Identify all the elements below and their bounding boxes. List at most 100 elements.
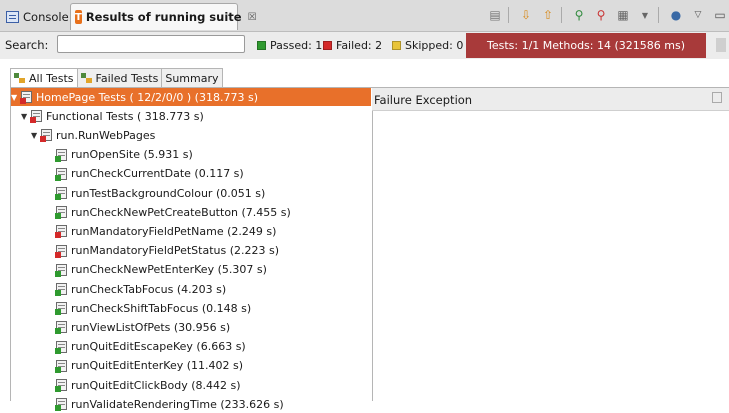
tree-item[interactable]: ▼ Functional Tests ( 318.773 s)	[21, 107, 204, 125]
tree-item-label: runTestBackgroundColour (0.051 s)	[71, 186, 266, 200]
tree-item-label: runCheckNewPetEnterKey (5.307 s)	[71, 263, 267, 277]
status-marker	[40, 136, 46, 143]
view-tab-bar: Console T Results of running suite ☒ ▤ ⇩…	[0, 0, 729, 32]
tree-item[interactable]: runCheckNewPetEnterKey (5.307 s)	[41, 261, 267, 279]
test-passed-icon	[55, 321, 67, 335]
tree-item-label: runQuitEditEnterKey (11.402 s)	[71, 359, 244, 373]
test-passed-icon	[55, 340, 67, 354]
rerun-icon[interactable]: ⚲	[570, 7, 588, 23]
rerun-failed-icon[interactable]: ⚲	[592, 7, 610, 23]
tree-item-label: HomePage Tests ( 12/2/0/0 ) (318.773 s)	[36, 90, 258, 104]
tree-item[interactable]: runCheckTabFocus (4.203 s)	[41, 280, 226, 298]
test-passed-icon	[55, 283, 67, 296]
tree-item-label: Functional Tests ( 318.773 s)	[46, 109, 204, 123]
tab-failed-tests[interactable]: Failed Tests	[76, 68, 163, 88]
tree-item[interactable]: runTestBackgroundColour (0.051 s)	[41, 184, 265, 202]
tree-item[interactable]: runViewListOfPets (30.956 s)	[41, 318, 230, 336]
test-passed-icon	[55, 359, 67, 373]
tree-item[interactable]: ▼ run.RunWebPages	[31, 126, 155, 144]
toolbar-separator	[561, 7, 562, 23]
tree-item-label: runCheckShiftTabFocus (0.148 s)	[71, 301, 252, 315]
status-marker	[55, 328, 61, 335]
test-tree-icon	[80, 72, 93, 84]
test-failed-icon	[55, 244, 67, 258]
status-marker	[55, 270, 61, 277]
view-menu-icon[interactable]: ▽	[689, 7, 707, 23]
toolbar-separator	[658, 7, 659, 23]
tab-failed-tests-label: Failed Tests	[95, 71, 159, 85]
status-marker	[30, 117, 36, 124]
progress-bar: Tests: 1/1 Methods: 14 (321586 ms)	[466, 33, 706, 58]
next-failure-icon[interactable]: ⇩	[517, 7, 535, 23]
tab-summary-label: Summary	[165, 71, 219, 85]
test-failed-icon	[30, 110, 42, 124]
status-marker	[55, 251, 61, 258]
status-marker	[55, 405, 61, 412]
tab-summary[interactable]: Summary	[161, 68, 223, 88]
scroll-stub	[716, 38, 726, 52]
tab-console-label: Console	[23, 9, 69, 24]
tree-item-label: runViewListOfPets (30.956 s)	[71, 320, 231, 334]
skipped-icon	[392, 41, 401, 50]
search-input[interactable]	[57, 35, 245, 53]
status-marker	[55, 155, 61, 162]
status-marker	[55, 232, 61, 239]
expand-arrow-icon[interactable]: ▼	[21, 112, 30, 121]
tree-item[interactable]: runQuitEditClickBody (8.442 s)	[41, 376, 241, 394]
expand-arrow-icon[interactable]: ▼	[31, 131, 40, 140]
tree-item[interactable]: runCheckCurrentDate (0.117 s)	[41, 165, 244, 183]
tree-item-label: runMandatoryFieldPetName (2.249 s)	[71, 224, 277, 238]
globe-icon[interactable]: ●	[667, 7, 685, 23]
test-passed-icon	[55, 302, 67, 316]
status-marker	[55, 309, 61, 316]
status-marker	[55, 174, 61, 181]
search-label: Search:	[5, 38, 49, 52]
tree-item[interactable]: runMandatoryFieldPetStatus (2.223 s)	[41, 242, 279, 260]
status-marker	[55, 347, 61, 354]
status-marker	[55, 386, 61, 392]
test-passed-icon	[55, 263, 67, 277]
failed-count: Failed: 2	[323, 39, 382, 52]
test-failed-icon	[40, 129, 52, 143]
test-tree-icon	[14, 72, 26, 84]
tab-all-tests-label: All Tests	[29, 71, 74, 85]
tree-item[interactable]: runQuitEditEnterKey (11.402 s)	[41, 357, 243, 375]
toolbar-separator	[508, 7, 509, 23]
tree-item[interactable]: runCheckShiftTabFocus (0.148 s)	[41, 299, 251, 317]
status-marker	[55, 213, 61, 220]
tab-all-tests[interactable]: All Tests	[10, 68, 78, 88]
test-failed-icon	[20, 91, 32, 104]
tree-item-label: runCheckNewPetCreateButton (7.455 s)	[71, 205, 291, 219]
tree-item-label: runMandatoryFieldPetStatus (2.223 s)	[71, 244, 280, 258]
layout-icon[interactable]: ▦	[614, 7, 632, 23]
tree-item[interactable]: runQuitEditEscapeKey (6.663 s)	[41, 338, 246, 356]
clear-icon[interactable]: ▤	[486, 7, 504, 23]
tree-item[interactable]: runOpenSite (5.931 s)	[41, 146, 193, 164]
status-marker	[20, 98, 26, 104]
close-tab-icon[interactable]: ☒	[248, 12, 257, 23]
test-passed-icon	[55, 379, 67, 392]
tree-item[interactable]: runCheckNewPetCreateButton (7.455 s)	[41, 203, 291, 221]
test-passed-icon	[55, 167, 67, 181]
tab-results[interactable]: T Results of running suite ☒	[70, 3, 257, 30]
results-subtabs: All Tests Failed Tests Summary	[10, 68, 223, 88]
test-passed-icon	[55, 187, 67, 200]
status-marker	[55, 290, 61, 296]
minimize-icon[interactable]: ▭	[711, 7, 729, 23]
dropdown-icon[interactable]: ▼	[636, 7, 654, 23]
tree-item[interactable]: runMandatoryFieldPetName (2.249 s)	[41, 222, 276, 240]
passed-label: Passed: 12	[270, 39, 330, 52]
previous-failure-icon[interactable]: ⇧	[539, 7, 557, 23]
tree-item-label: runQuitEditClickBody (8.442 s)	[71, 378, 241, 392]
passed-count: Passed: 12	[257, 39, 329, 52]
status-marker	[55, 194, 61, 200]
tree-item[interactable]: runValidateRenderingTime (233.626 s)	[41, 395, 284, 413]
console-icon	[6, 10, 19, 23]
copy-trace-icon[interactable]	[712, 92, 722, 103]
test-passed-icon	[55, 148, 67, 162]
tab-console[interactable]: Console	[6, 3, 69, 30]
expand-arrow-icon[interactable]: ▼	[11, 93, 20, 102]
status-marker	[55, 366, 61, 373]
testng-icon: T	[75, 10, 82, 24]
tree-item[interactable]: ▼ HomePage Tests ( 12/2/0/0 ) (318.773 s)	[11, 88, 371, 106]
